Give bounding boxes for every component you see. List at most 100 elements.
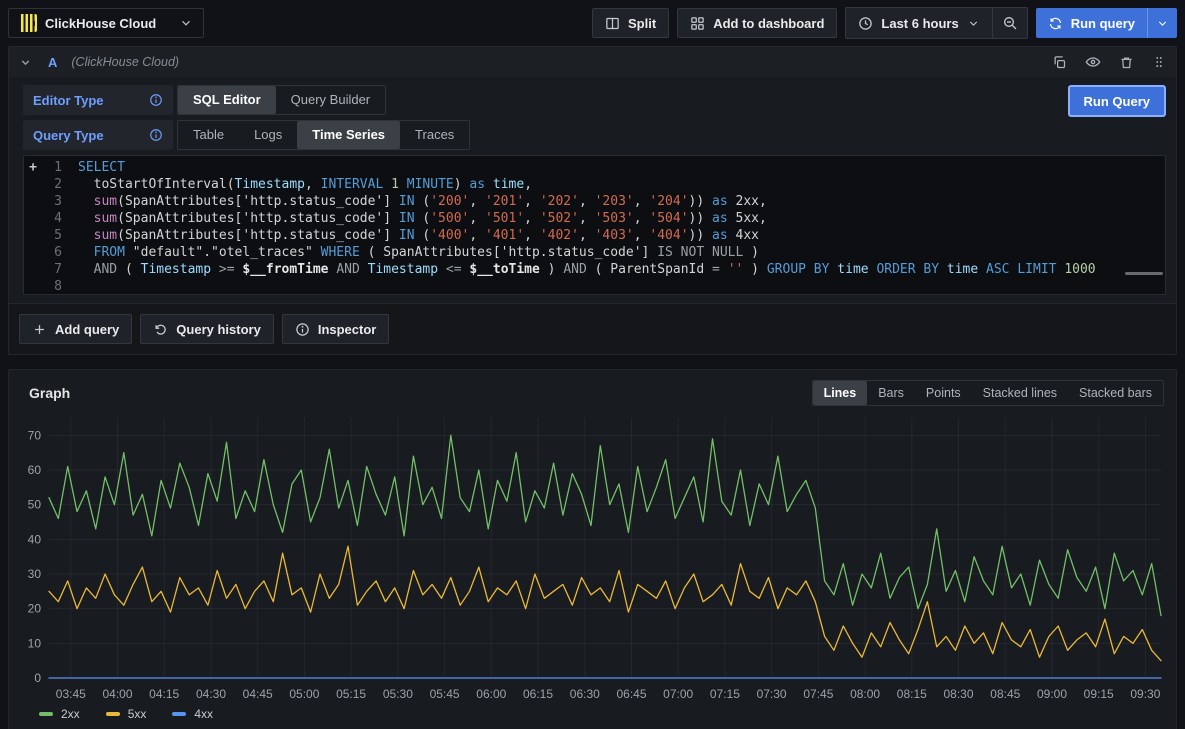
query-type-field: Query Type bbox=[23, 120, 173, 150]
legend-item-2xx[interactable]: 2xx bbox=[39, 707, 80, 721]
toggle-visibility-eye-icon[interactable] bbox=[1085, 54, 1101, 70]
collapse-chevron-icon[interactable] bbox=[19, 56, 32, 69]
code-line[interactable]: +1SELECT bbox=[24, 159, 1165, 176]
duplicate-query-icon[interactable] bbox=[1052, 55, 1067, 70]
code-line[interactable]: 2 toStartOfInterval(Timestamp, INTERVAL … bbox=[24, 176, 1165, 193]
toolbar-actions: Split Add to dashboard Last 6 hours bbox=[592, 7, 1177, 39]
svg-text:09:15: 09:15 bbox=[1084, 687, 1114, 701]
inspector-button[interactable]: Inspector bbox=[282, 314, 390, 344]
gutter-add-sign bbox=[24, 227, 42, 244]
query-history-button[interactable]: Query history bbox=[140, 314, 274, 344]
code-line[interactable]: 4 sum(SpanAttributes['http.status_code']… bbox=[24, 210, 1165, 227]
editor-type-label: Editor Type bbox=[33, 93, 104, 108]
option-lines[interactable]: Lines bbox=[813, 381, 868, 405]
info-circle-icon[interactable] bbox=[149, 128, 163, 142]
line-number: 3 bbox=[42, 193, 62, 210]
svg-text:40: 40 bbox=[28, 532, 42, 546]
explore-toolbar: ClickHouse Cloud Split Add to dashboard … bbox=[0, 0, 1185, 46]
graph-panel-header: Graph LinesBarsPointsStacked linesStacke… bbox=[9, 370, 1176, 410]
code-line[interactable]: 5 sum(SpanAttributes['http.status_code']… bbox=[24, 227, 1165, 244]
add-query-label: Add query bbox=[55, 322, 119, 337]
gutter-add-sign bbox=[24, 193, 42, 210]
svg-text:08:00: 08:00 bbox=[850, 687, 880, 701]
option-time-series[interactable]: Time Series bbox=[297, 121, 400, 149]
option-points[interactable]: Points bbox=[915, 381, 972, 405]
split-button[interactable]: Split bbox=[592, 8, 669, 38]
svg-text:08:15: 08:15 bbox=[897, 687, 927, 701]
run-query-split-button: Run query bbox=[1036, 8, 1177, 38]
gutter-add-sign bbox=[24, 278, 42, 295]
svg-text:06:45: 06:45 bbox=[616, 687, 646, 701]
sql-code-editor[interactable]: +1SELECT2 toStartOfInterval(Timestamp, I… bbox=[23, 155, 1166, 295]
info-circle-icon bbox=[295, 322, 310, 337]
svg-text:05:30: 05:30 bbox=[383, 687, 413, 701]
graph-style-options: LinesBarsPointsStacked linesStacked bars bbox=[812, 380, 1164, 406]
code-text: sum(SpanAttributes['http.status_code'] I… bbox=[78, 193, 767, 210]
info-circle-icon[interactable] bbox=[149, 93, 163, 107]
legend-item-5xx[interactable]: 5xx bbox=[106, 707, 147, 721]
delete-query-trash-icon[interactable] bbox=[1119, 55, 1134, 70]
svg-text:04:30: 04:30 bbox=[196, 687, 226, 701]
svg-text:60: 60 bbox=[28, 463, 42, 477]
code-line[interactable]: 6 FROM "default"."otel_traces" WHERE ( S… bbox=[24, 244, 1165, 261]
query-row-panel: A (ClickHouse Cloud) bbox=[9, 47, 1176, 304]
query-row-body: Editor Type SQL EditorQuery Builder Run … bbox=[9, 77, 1176, 303]
inspector-label: Inspector bbox=[318, 322, 377, 337]
legend-color-chip bbox=[106, 712, 120, 716]
line-number: 2 bbox=[42, 176, 62, 193]
line-number: 8 bbox=[42, 278, 62, 295]
code-line[interactable]: 8 bbox=[24, 278, 1165, 295]
chevron-down-icon bbox=[179, 16, 193, 30]
svg-text:05:00: 05:00 bbox=[289, 687, 319, 701]
line-number: 6 bbox=[42, 244, 62, 261]
run-query-button[interactable]: Run query bbox=[1036, 8, 1147, 38]
secondary-actions: Add query Query history Inspector bbox=[9, 304, 1176, 354]
code-line[interactable]: 7 AND ( Timestamp >= $__fromTime AND Tim… bbox=[24, 261, 1165, 278]
query-ref-id[interactable]: A bbox=[48, 55, 57, 70]
add-to-dashboard-button[interactable]: Add to dashboard bbox=[677, 8, 837, 38]
history-icon bbox=[153, 322, 168, 337]
zoom-out-icon bbox=[1002, 15, 1018, 31]
datasource-hint: (ClickHouse Cloud) bbox=[71, 55, 179, 69]
svg-text:04:45: 04:45 bbox=[243, 687, 273, 701]
svg-text:30: 30 bbox=[28, 567, 42, 581]
legend-item-4xx[interactable]: 4xx bbox=[172, 707, 213, 721]
svg-text:04:15: 04:15 bbox=[149, 687, 179, 701]
add-query-button[interactable]: Add query bbox=[19, 314, 132, 344]
run-query-caret[interactable] bbox=[1147, 8, 1177, 38]
line-number: 4 bbox=[42, 210, 62, 227]
editor-horizontal-scrollbar[interactable] bbox=[1125, 272, 1163, 275]
zoom-out-button[interactable] bbox=[993, 8, 1027, 38]
drag-handle-icon[interactable] bbox=[1152, 55, 1166, 69]
query-row-header: A (ClickHouse Cloud) bbox=[9, 47, 1176, 77]
query-editor-container: A (ClickHouse Cloud) bbox=[8, 46, 1177, 355]
clickhouse-logo-icon bbox=[19, 14, 37, 32]
svg-text:05:15: 05:15 bbox=[336, 687, 366, 701]
code-line[interactable]: 3 sum(SpanAttributes['http.status_code']… bbox=[24, 193, 1165, 210]
option-table[interactable]: Table bbox=[178, 121, 239, 149]
option-logs[interactable]: Logs bbox=[239, 121, 297, 149]
time-series-chart[interactable]: 01020304050607003:4504:0004:1504:3004:45… bbox=[9, 410, 1176, 706]
option-traces[interactable]: Traces bbox=[400, 121, 469, 149]
graph-panel: Graph LinesBarsPointsStacked linesStacke… bbox=[8, 369, 1177, 729]
time-range-picker[interactable]: Last 6 hours bbox=[846, 8, 991, 38]
option-stacked-lines[interactable]: Stacked lines bbox=[972, 381, 1068, 405]
option-stacked-bars[interactable]: Stacked bars bbox=[1068, 381, 1163, 405]
code-text: SELECT bbox=[78, 159, 125, 176]
run-query-panel-button[interactable]: Run Query bbox=[1068, 85, 1166, 117]
query-type-options: TableLogsTime SeriesTraces bbox=[177, 120, 470, 150]
svg-text:07:00: 07:00 bbox=[663, 687, 693, 701]
option-query-builder[interactable]: Query Builder bbox=[276, 86, 385, 114]
legend-label: 2xx bbox=[61, 707, 80, 721]
datasource-picker[interactable]: ClickHouse Cloud bbox=[8, 8, 204, 38]
svg-text:09:30: 09:30 bbox=[1130, 687, 1160, 701]
option-sql-editor[interactable]: SQL Editor bbox=[178, 86, 276, 114]
svg-text:70: 70 bbox=[28, 428, 42, 442]
editor-type-row: Editor Type SQL EditorQuery Builder Run … bbox=[23, 85, 1166, 115]
query-row-actions bbox=[1052, 54, 1166, 70]
option-bars[interactable]: Bars bbox=[867, 381, 915, 405]
gutter-add-sign bbox=[24, 244, 42, 261]
gutter-add-sign bbox=[24, 176, 42, 193]
time-range-label: Last 6 hours bbox=[881, 16, 958, 31]
query-type-row: Query Type TableLogsTime SeriesTraces bbox=[23, 120, 1166, 150]
